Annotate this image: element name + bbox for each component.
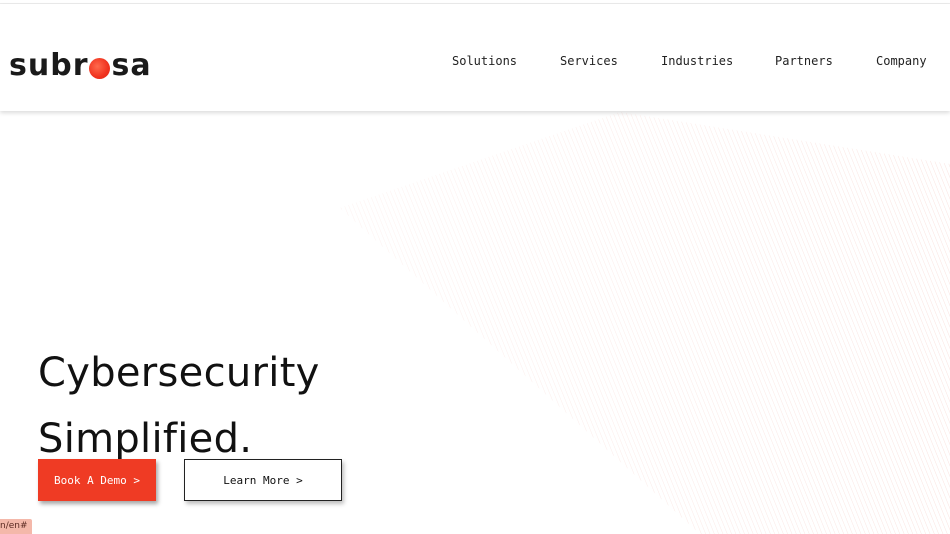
main-nav: Solutions Services Industries Partners C…	[0, 54, 950, 70]
page: subr sa Solutions Services Industries Pa…	[0, 0, 950, 534]
nav-solutions[interactable]: Solutions	[452, 54, 517, 68]
site-header: subr sa Solutions Services Industries Pa…	[0, 4, 950, 111]
nav-industries[interactable]: Industries	[661, 54, 733, 68]
nav-partners[interactable]: Partners	[775, 54, 833, 68]
nav-services[interactable]: Services	[560, 54, 618, 68]
hero-title-line-1: Cybersecurity	[38, 349, 320, 396]
status-bar-url: n/en#	[0, 519, 32, 534]
nav-company[interactable]: Company	[876, 54, 927, 68]
hero-title-line-2: Simplified.	[38, 415, 253, 462]
learn-more-button[interactable]: Learn More >	[184, 459, 342, 501]
book-demo-button[interactable]: Book A Demo >	[38, 459, 156, 501]
